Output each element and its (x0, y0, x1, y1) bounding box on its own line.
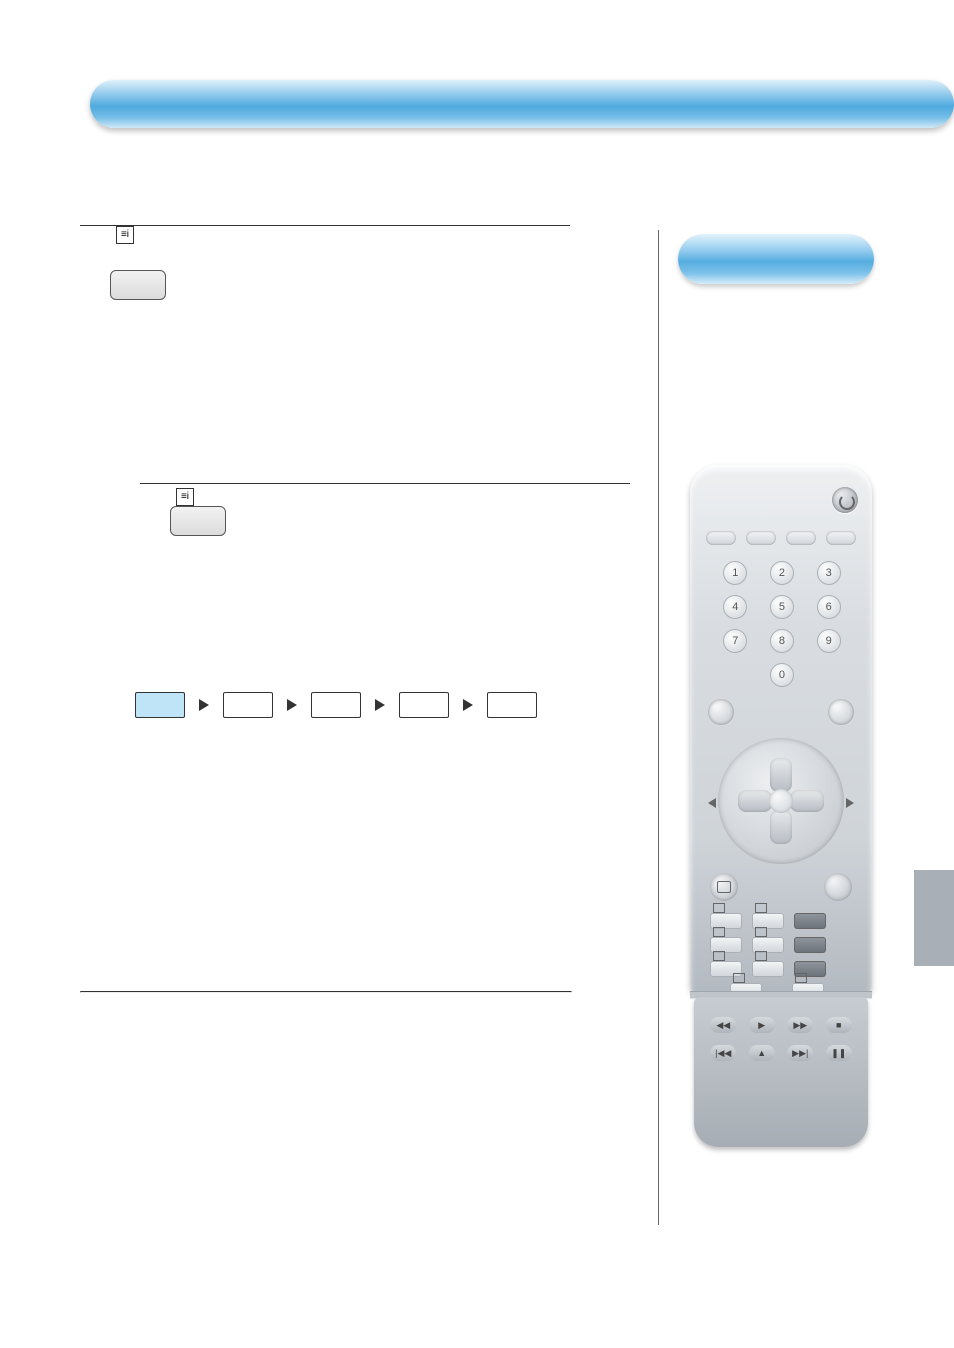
dpad-left[interactable] (738, 790, 772, 812)
seq-box-3 (311, 692, 361, 718)
vertical-divider (658, 230, 659, 1225)
key-6[interactable]: 6 (817, 595, 841, 619)
seq-box-1 (135, 692, 185, 718)
dpad-ok[interactable] (769, 789, 793, 813)
mute-button[interactable] (710, 873, 738, 901)
seq-box-4 (399, 692, 449, 718)
side-tab (914, 870, 954, 966)
channel-down-button[interactable] (708, 699, 734, 725)
side-pill (678, 234, 874, 284)
teletext-index-button[interactable] (110, 270, 166, 300)
direction-pad (718, 738, 844, 864)
ei-icon: ≡i (176, 488, 194, 506)
section-rule-2 (140, 483, 630, 484)
arrow-right-icon (463, 699, 473, 711)
seq-box-2 (223, 692, 273, 718)
arrow-right-icon (287, 699, 297, 711)
key-8[interactable]: 8 (770, 629, 794, 653)
arrow-right-icon (375, 699, 385, 711)
mode-button-row (706, 531, 856, 545)
eject-button[interactable]: ▲ (749, 1045, 775, 1061)
teletext-index-button-2[interactable] (170, 506, 226, 536)
menu-button[interactable] (824, 873, 852, 901)
key-7[interactable]: 7 (723, 629, 747, 653)
numeric-keypad: 1 2 3 4 5 6 7 8 9 0 (712, 557, 852, 691)
stop-button[interactable]: ■ (826, 1017, 852, 1033)
section-rule-3 (80, 991, 572, 993)
mode-button-4[interactable] (826, 531, 856, 545)
play-button[interactable]: ▶ (749, 1017, 775, 1033)
seq-box-5 (487, 692, 537, 718)
key-4[interactable]: 4 (723, 595, 747, 619)
ei-icon: ≡i (116, 226, 134, 244)
teletext-btn-h[interactable] (752, 961, 784, 977)
key-0[interactable]: 0 (770, 663, 794, 687)
dpad-right[interactable] (790, 790, 824, 812)
rewind-button[interactable]: ◀◀ (710, 1017, 736, 1033)
dpad-down[interactable] (770, 810, 792, 844)
mode-button-3[interactable] (786, 531, 816, 545)
page-header-bar (90, 80, 954, 128)
mode-button-1[interactable] (706, 531, 736, 545)
transport-controls: ◀◀ ▶ ▶▶ ■ |◀◀ ▲ ▶▶| ❚❚ (704, 1017, 858, 1061)
fast-forward-button[interactable]: ▶▶ (787, 1017, 813, 1033)
teletext-btn-f[interactable] (794, 937, 826, 953)
key-3[interactable]: 3 (817, 561, 841, 585)
triangle-left-icon (708, 798, 716, 808)
key-9[interactable]: 9 (817, 629, 841, 653)
mode-button-2[interactable] (746, 531, 776, 545)
prev-track-button[interactable]: |◀◀ (710, 1045, 736, 1061)
teletext-btn-c[interactable] (794, 913, 826, 929)
next-track-button[interactable]: ▶▶| (787, 1045, 813, 1061)
channel-up-button[interactable] (828, 699, 854, 725)
remote-control-illustration: 1 2 3 4 5 6 7 8 9 0 (690, 465, 872, 1165)
key-1[interactable]: 1 (723, 561, 747, 585)
pause-button[interactable]: ❚❚ (826, 1045, 852, 1061)
power-button[interactable] (832, 487, 858, 513)
triangle-right-icon (846, 798, 854, 808)
key-2[interactable]: 2 (770, 561, 794, 585)
key-5[interactable]: 5 (770, 595, 794, 619)
dpad-up[interactable] (770, 758, 792, 792)
arrow-right-icon (199, 699, 209, 711)
page-cycle-sequence (135, 692, 537, 718)
